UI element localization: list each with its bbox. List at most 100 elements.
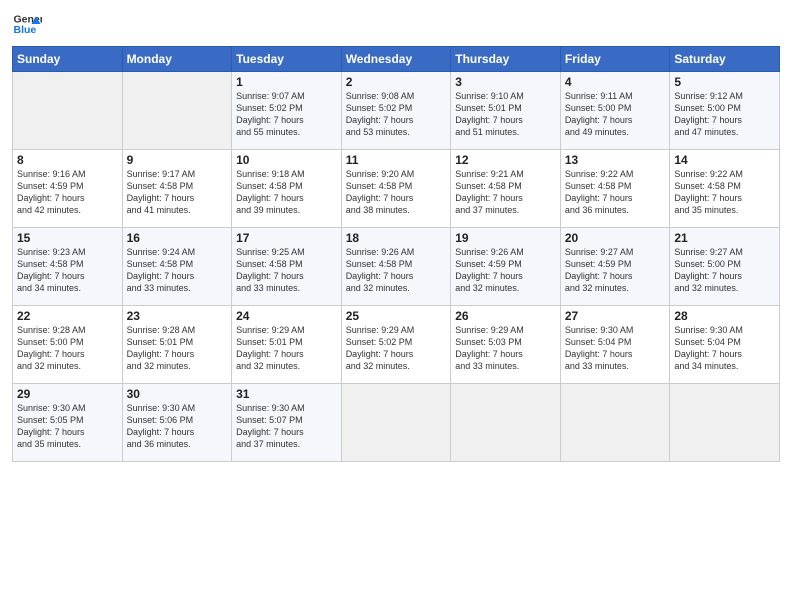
- day-number: 13: [565, 153, 666, 167]
- calendar-week-1: 1Sunrise: 9:07 AMSunset: 5:02 PMDaylight…: [13, 72, 780, 150]
- day-number: 31: [236, 387, 337, 401]
- day-cell-19: 19Sunrise: 9:26 AMSunset: 4:59 PMDayligh…: [451, 228, 561, 306]
- day-cell-11: 11Sunrise: 9:20 AMSunset: 4:58 PMDayligh…: [341, 150, 451, 228]
- day-number: 18: [346, 231, 447, 245]
- day-cell-8: 8Sunrise: 9:16 AMSunset: 4:59 PMDaylight…: [13, 150, 123, 228]
- day-info: Sunrise: 9:28 AMSunset: 5:01 PMDaylight:…: [127, 324, 228, 373]
- day-cell-26: 26Sunrise: 9:29 AMSunset: 5:03 PMDayligh…: [451, 306, 561, 384]
- empty-cell: [670, 384, 780, 462]
- day-cell-15: 15Sunrise: 9:23 AMSunset: 4:58 PMDayligh…: [13, 228, 123, 306]
- day-cell-28: 28Sunrise: 9:30 AMSunset: 5:04 PMDayligh…: [670, 306, 780, 384]
- day-cell-18: 18Sunrise: 9:26 AMSunset: 4:58 PMDayligh…: [341, 228, 451, 306]
- empty-cell: [13, 72, 123, 150]
- day-number: 8: [17, 153, 118, 167]
- calendar-week-2: 8Sunrise: 9:16 AMSunset: 4:59 PMDaylight…: [13, 150, 780, 228]
- calendar-header-monday: Monday: [122, 47, 232, 72]
- day-info: Sunrise: 9:22 AMSunset: 4:58 PMDaylight:…: [565, 168, 666, 217]
- day-cell-5: 5Sunrise: 9:12 AMSunset: 5:00 PMDaylight…: [670, 72, 780, 150]
- day-number: 4: [565, 75, 666, 89]
- page-container: General Blue SundayMondayTuesdayWednesda…: [0, 0, 792, 468]
- day-cell-12: 12Sunrise: 9:21 AMSunset: 4:58 PMDayligh…: [451, 150, 561, 228]
- calendar-header-row: SundayMondayTuesdayWednesdayThursdayFrid…: [13, 47, 780, 72]
- day-info: Sunrise: 9:22 AMSunset: 4:58 PMDaylight:…: [674, 168, 775, 217]
- day-number: 19: [455, 231, 556, 245]
- day-info: Sunrise: 9:07 AMSunset: 5:02 PMDaylight:…: [236, 90, 337, 139]
- calendar-header-wednesday: Wednesday: [341, 47, 451, 72]
- day-info: Sunrise: 9:21 AMSunset: 4:58 PMDaylight:…: [455, 168, 556, 217]
- day-info: Sunrise: 9:17 AMSunset: 4:58 PMDaylight:…: [127, 168, 228, 217]
- day-number: 9: [127, 153, 228, 167]
- day-info: Sunrise: 9:25 AMSunset: 4:58 PMDaylight:…: [236, 246, 337, 295]
- day-cell-14: 14Sunrise: 9:22 AMSunset: 4:58 PMDayligh…: [670, 150, 780, 228]
- day-number: 24: [236, 309, 337, 323]
- day-cell-9: 9Sunrise: 9:17 AMSunset: 4:58 PMDaylight…: [122, 150, 232, 228]
- day-number: 5: [674, 75, 775, 89]
- calendar-week-4: 22Sunrise: 9:28 AMSunset: 5:00 PMDayligh…: [13, 306, 780, 384]
- day-number: 20: [565, 231, 666, 245]
- day-info: Sunrise: 9:18 AMSunset: 4:58 PMDaylight:…: [236, 168, 337, 217]
- day-cell-3: 3Sunrise: 9:10 AMSunset: 5:01 PMDaylight…: [451, 72, 561, 150]
- empty-cell: [451, 384, 561, 462]
- day-info: Sunrise: 9:29 AMSunset: 5:01 PMDaylight:…: [236, 324, 337, 373]
- day-cell-27: 27Sunrise: 9:30 AMSunset: 5:04 PMDayligh…: [560, 306, 670, 384]
- day-info: Sunrise: 9:24 AMSunset: 4:58 PMDaylight:…: [127, 246, 228, 295]
- day-number: 25: [346, 309, 447, 323]
- day-cell-24: 24Sunrise: 9:29 AMSunset: 5:01 PMDayligh…: [232, 306, 342, 384]
- logo: General Blue: [12, 10, 42, 38]
- calendar-table: SundayMondayTuesdayWednesdayThursdayFrid…: [12, 46, 780, 462]
- day-info: Sunrise: 9:26 AMSunset: 4:59 PMDaylight:…: [455, 246, 556, 295]
- day-number: 16: [127, 231, 228, 245]
- day-cell-22: 22Sunrise: 9:28 AMSunset: 5:00 PMDayligh…: [13, 306, 123, 384]
- day-info: Sunrise: 9:30 AMSunset: 5:04 PMDaylight:…: [674, 324, 775, 373]
- day-cell-2: 2Sunrise: 9:08 AMSunset: 5:02 PMDaylight…: [341, 72, 451, 150]
- day-number: 17: [236, 231, 337, 245]
- day-number: 2: [346, 75, 447, 89]
- day-info: Sunrise: 9:10 AMSunset: 5:01 PMDaylight:…: [455, 90, 556, 139]
- day-number: 10: [236, 153, 337, 167]
- day-number: 26: [455, 309, 556, 323]
- day-info: Sunrise: 9:23 AMSunset: 4:58 PMDaylight:…: [17, 246, 118, 295]
- day-info: Sunrise: 9:30 AMSunset: 5:04 PMDaylight:…: [565, 324, 666, 373]
- calendar-header-thursday: Thursday: [451, 47, 561, 72]
- day-info: Sunrise: 9:30 AMSunset: 5:05 PMDaylight:…: [17, 402, 118, 451]
- day-cell-21: 21Sunrise: 9:27 AMSunset: 5:00 PMDayligh…: [670, 228, 780, 306]
- calendar-header-saturday: Saturday: [670, 47, 780, 72]
- header: General Blue: [12, 10, 780, 38]
- day-number: 22: [17, 309, 118, 323]
- calendar-week-5: 29Sunrise: 9:30 AMSunset: 5:05 PMDayligh…: [13, 384, 780, 462]
- day-info: Sunrise: 9:20 AMSunset: 4:58 PMDaylight:…: [346, 168, 447, 217]
- day-info: Sunrise: 9:26 AMSunset: 4:58 PMDaylight:…: [346, 246, 447, 295]
- day-number: 21: [674, 231, 775, 245]
- day-cell-13: 13Sunrise: 9:22 AMSunset: 4:58 PMDayligh…: [560, 150, 670, 228]
- day-info: Sunrise: 9:30 AMSunset: 5:07 PMDaylight:…: [236, 402, 337, 451]
- day-info: Sunrise: 9:30 AMSunset: 5:06 PMDaylight:…: [127, 402, 228, 451]
- empty-cell: [341, 384, 451, 462]
- empty-cell: [560, 384, 670, 462]
- calendar-week-3: 15Sunrise: 9:23 AMSunset: 4:58 PMDayligh…: [13, 228, 780, 306]
- day-number: 28: [674, 309, 775, 323]
- day-info: Sunrise: 9:12 AMSunset: 5:00 PMDaylight:…: [674, 90, 775, 139]
- day-info: Sunrise: 9:11 AMSunset: 5:00 PMDaylight:…: [565, 90, 666, 139]
- empty-cell: [122, 72, 232, 150]
- calendar-header-sunday: Sunday: [13, 47, 123, 72]
- day-number: 14: [674, 153, 775, 167]
- day-info: Sunrise: 9:29 AMSunset: 5:03 PMDaylight:…: [455, 324, 556, 373]
- svg-text:Blue: Blue: [14, 24, 37, 36]
- day-number: 1: [236, 75, 337, 89]
- day-number: 12: [455, 153, 556, 167]
- calendar-header-tuesday: Tuesday: [232, 47, 342, 72]
- calendar-header-friday: Friday: [560, 47, 670, 72]
- day-cell-30: 30Sunrise: 9:30 AMSunset: 5:06 PMDayligh…: [122, 384, 232, 462]
- day-cell-25: 25Sunrise: 9:29 AMSunset: 5:02 PMDayligh…: [341, 306, 451, 384]
- day-number: 3: [455, 75, 556, 89]
- day-info: Sunrise: 9:27 AMSunset: 5:00 PMDaylight:…: [674, 246, 775, 295]
- day-cell-31: 31Sunrise: 9:30 AMSunset: 5:07 PMDayligh…: [232, 384, 342, 462]
- day-cell-17: 17Sunrise: 9:25 AMSunset: 4:58 PMDayligh…: [232, 228, 342, 306]
- day-number: 11: [346, 153, 447, 167]
- day-cell-16: 16Sunrise: 9:24 AMSunset: 4:58 PMDayligh…: [122, 228, 232, 306]
- day-number: 15: [17, 231, 118, 245]
- day-info: Sunrise: 9:29 AMSunset: 5:02 PMDaylight:…: [346, 324, 447, 373]
- day-number: 30: [127, 387, 228, 401]
- logo-icon: General Blue: [12, 10, 42, 38]
- day-cell-1: 1Sunrise: 9:07 AMSunset: 5:02 PMDaylight…: [232, 72, 342, 150]
